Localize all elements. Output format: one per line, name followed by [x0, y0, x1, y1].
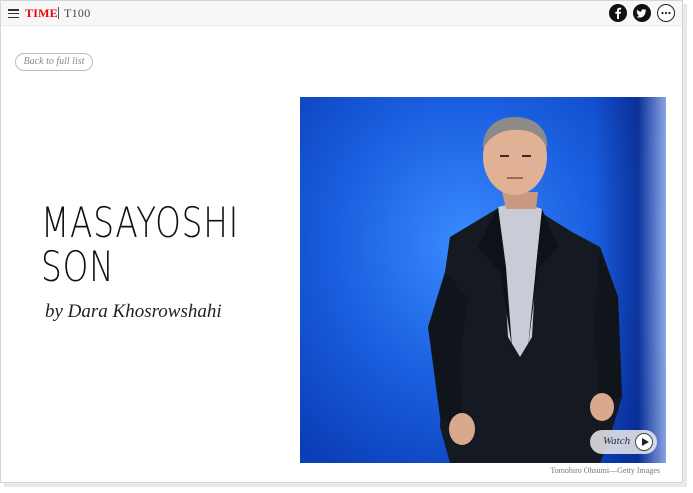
- more-options-icon[interactable]: [657, 4, 675, 22]
- top-bar: TIME T100: [1, 1, 682, 26]
- facebook-icon[interactable]: [609, 4, 627, 22]
- author-byline: by Dara Khosrowshahi: [45, 301, 222, 322]
- play-icon[interactable]: [635, 433, 653, 451]
- watch-label: Watch: [603, 435, 631, 447]
- person-figure: [428, 117, 622, 463]
- time-logo[interactable]: TIME: [25, 6, 58, 21]
- profile-name-line2: SON: [41, 242, 115, 291]
- section-logo[interactable]: T100: [64, 6, 91, 21]
- profile-name: MASAYOSHI SON: [41, 198, 240, 291]
- watch-video-button[interactable]: Watch: [590, 430, 657, 454]
- hamburger-menu-icon[interactable]: [8, 9, 19, 19]
- twitter-icon[interactable]: [633, 4, 651, 22]
- profile-name-line1: MASAYOSHI: [41, 198, 240, 247]
- back-to-list-button[interactable]: Back to full list: [15, 53, 93, 71]
- profile-photo: [300, 97, 666, 463]
- photo-credit: Tomohiro Ohsumi—Getty Images: [550, 466, 660, 475]
- brand-divider: [58, 7, 59, 19]
- page-window: TIME T100 Back to full list MASAYOSHI SO…: [0, 0, 683, 483]
